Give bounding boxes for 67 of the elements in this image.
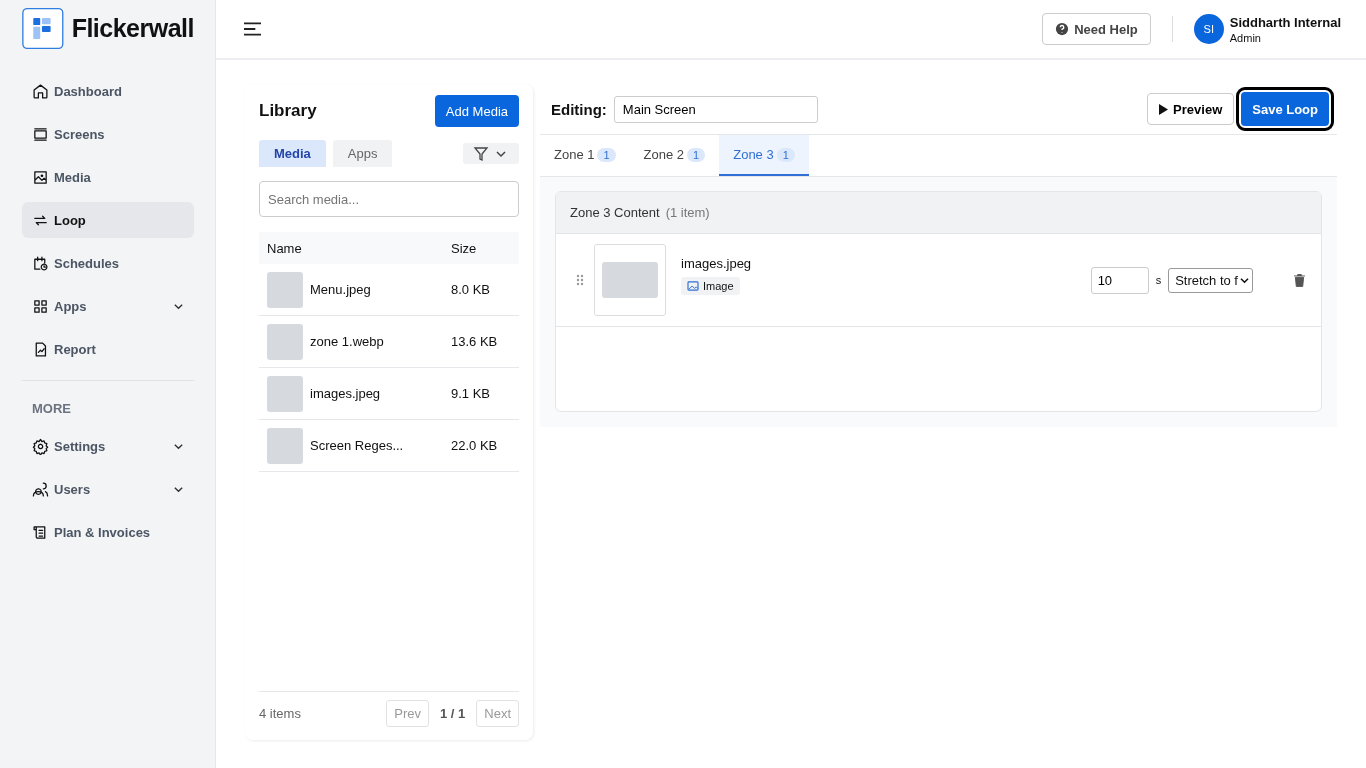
avatar: SI <box>1193 14 1224 44</box>
column-header: Name <box>266 240 303 256</box>
name-field[interactable]: Main Screen <box>613 95 818 123</box>
file-name: zone 1.webp <box>310 334 384 349</box>
card-title: Zone 3 Content <box>570 205 660 220</box>
menu-icon[interactable] <box>244 22 261 36</box>
fit-dropdown[interactable]: Stretch to f <box>1168 267 1253 293</box>
nav-item[interactable]: Apps <box>22 288 194 324</box>
nav-icon <box>32 125 49 143</box>
help-button[interactable]: Need Help <box>1042 13 1151 45</box>
nav-item[interactable]: Plan & Invoices <box>22 514 194 550</box>
panel-title: Library <box>259 101 317 121</box>
file-size: 9.1 KB <box>451 386 492 401</box>
thumbnail-placeholder <box>602 262 658 298</box>
tab[interactable]: Apps <box>332 140 393 167</box>
zone-tab[interactable]: Zone 3 1 <box>719 135 809 176</box>
thumbnail-placeholder <box>267 323 303 360</box>
nav-item[interactable]: Media <box>22 159 194 195</box>
search-field[interactable]: Search media... <box>259 181 519 217</box>
nav-item[interactable]: Users <box>22 471 194 507</box>
item-count: (1 item) <box>665 205 710 220</box>
file-size: 13.6 KB <box>451 334 499 349</box>
logo-icon <box>22 7 64 50</box>
nav-icon <box>32 254 49 272</box>
help-icon <box>1055 22 1070 36</box>
thumbnail-placeholder <box>267 271 303 308</box>
zone-tab[interactable]: Zone 2 1 <box>629 135 720 176</box>
filter-button[interactable] <box>463 143 519 164</box>
file-name: images.jpeg <box>310 386 381 401</box>
file-size: 8.0 KB <box>451 282 492 297</box>
thumbnail-placeholder <box>267 427 303 464</box>
user-role: Admin <box>1229 31 1262 44</box>
nav-icon <box>32 168 49 186</box>
drag-handle-icon[interactable] <box>576 274 584 286</box>
nav-icon <box>32 297 49 315</box>
nav-icon <box>32 480 49 498</box>
preview-button[interactable]: Preview <box>1147 93 1235 125</box>
file-name: Menu.jpeg <box>310 282 371 297</box>
file-name: images.jpeg <box>681 255 752 271</box>
file-size: 22.0 KB <box>451 438 499 453</box>
user-name: Siddharth Internal <box>1229 14 1341 30</box>
play-icon <box>1159 103 1169 115</box>
nav-item[interactable]: Report <box>22 331 194 367</box>
editing-label: Editing: <box>551 100 607 118</box>
brand-name: Flickerwall <box>71 14 194 43</box>
duration-field[interactable]: 10 <box>1090 266 1149 294</box>
add-media-button[interactable]: Add Media <box>434 95 519 127</box>
nav-item[interactable]: Loop <box>22 202 194 238</box>
tab[interactable]: Media <box>259 140 326 167</box>
nav-item[interactable]: Settings <box>22 428 194 464</box>
unit-label: s <box>1155 274 1162 286</box>
image-icon <box>687 280 699 291</box>
page-indicator: 1 / 1 <box>439 706 466 721</box>
trash-icon[interactable] <box>1294 273 1305 287</box>
item-count: 4 items <box>259 706 301 721</box>
chevron-down-icon <box>1240 276 1249 284</box>
type-tag: Image <box>681 276 740 295</box>
column-header: Size <box>451 240 478 256</box>
zone-tab[interactable]: Zone 1 1 <box>540 135 630 176</box>
nav-item[interactable]: Dashboard <box>22 73 194 109</box>
section-heading: MORE <box>31 401 72 416</box>
nav-icon <box>32 82 49 100</box>
nav-item[interactable]: Schedules <box>22 245 194 281</box>
thumbnail-placeholder <box>267 375 303 412</box>
nav-icon <box>32 437 49 455</box>
file-name: Screen Reges... <box>310 438 404 453</box>
nav-item[interactable]: Screens <box>22 116 194 152</box>
